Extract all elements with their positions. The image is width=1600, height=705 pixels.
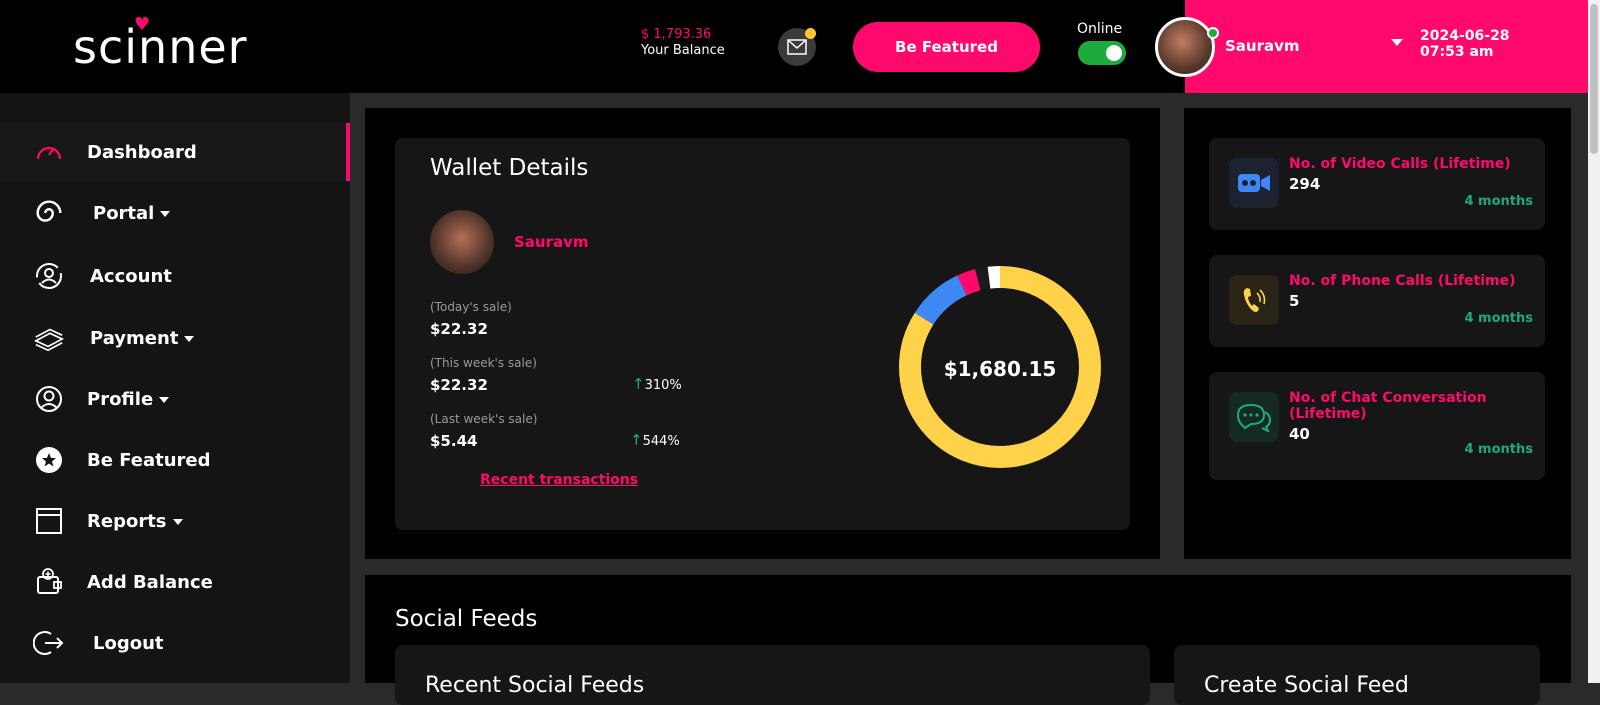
chevron-down-icon bbox=[172, 518, 183, 525]
last-week-change-value: 544% bbox=[642, 434, 680, 449]
date-time: 2024-06-28 07:53 am bbox=[1420, 28, 1510, 60]
current-time: 07:53 am bbox=[1420, 44, 1494, 60]
stat-value: 294 bbox=[1289, 175, 1321, 193]
chevron-down-icon bbox=[159, 396, 170, 403]
gauge-icon bbox=[33, 136, 65, 168]
sidebar-item-label-text: Portal bbox=[93, 202, 155, 224]
sidebar-item-label: Dashboard bbox=[87, 141, 197, 163]
week-sale-value: $22.32 bbox=[430, 376, 488, 394]
sidebar-item-account[interactable]: Account bbox=[0, 247, 350, 305]
report-window-icon bbox=[33, 505, 65, 537]
arrow-up-icon: ↑ bbox=[630, 431, 643, 449]
recent-feeds-card: Recent Social Feeds bbox=[395, 645, 1150, 705]
create-feed-title: Create Social Feed bbox=[1204, 673, 1409, 698]
balance-label: Your Balance bbox=[641, 43, 725, 58]
sidebar-item-label: Payment bbox=[90, 327, 195, 349]
toggle-knob bbox=[1106, 45, 1122, 61]
avatar bbox=[430, 210, 494, 274]
online-status-dot bbox=[1207, 27, 1219, 39]
star-badge-icon bbox=[33, 444, 65, 476]
recent-feeds-title: Recent Social Feeds bbox=[425, 673, 645, 698]
stat-card-phone-calls: No. of Phone Calls (Lifetime) 5 4 months bbox=[1209, 255, 1545, 347]
envelope-icon bbox=[787, 39, 807, 55]
stat-period: 4 months bbox=[1464, 311, 1533, 326]
current-date: 2024-06-28 bbox=[1420, 28, 1510, 44]
balance-amount: $ 1,793.36 bbox=[641, 27, 712, 42]
chevron-down-icon[interactable] bbox=[1391, 39, 1403, 46]
sidebar-item-label: Logout bbox=[93, 632, 164, 654]
top-header: scinner ♥ $ 1,793.36 Your Balance Be Fea… bbox=[0, 0, 1600, 93]
wallet-title: Wallet Details bbox=[430, 155, 589, 181]
scrollbar[interactable] bbox=[1588, 0, 1600, 683]
online-label: Online bbox=[1077, 21, 1123, 37]
stat-title: No. of Video Calls (Lifetime) bbox=[1289, 156, 1511, 172]
online-toggle[interactable] bbox=[1078, 41, 1126, 65]
logo[interactable]: scinner bbox=[73, 20, 248, 74]
sidebar-item-label-text: Reports bbox=[87, 510, 167, 532]
sidebar-item-label: Add Balance bbox=[87, 571, 213, 593]
phone-icon bbox=[1229, 275, 1279, 325]
sidebar-item-label-text: Payment bbox=[90, 327, 179, 349]
sidebar-item-label: Reports bbox=[87, 511, 183, 532]
sidebar-item-label: Be Featured bbox=[87, 449, 211, 471]
today-sale-value: $22.32 bbox=[430, 320, 488, 338]
wallet-add-icon bbox=[33, 566, 65, 598]
be-featured-button[interactable]: Be Featured bbox=[853, 22, 1040, 72]
arrow-up-icon: ↑ bbox=[632, 375, 645, 393]
week-change: ↑310% bbox=[632, 375, 682, 393]
avatar[interactable] bbox=[1155, 17, 1215, 77]
scrollbar-thumb[interactable] bbox=[1590, 4, 1598, 154]
logout-icon bbox=[33, 627, 65, 659]
stat-title: No. of Phone Calls (Lifetime) bbox=[1289, 273, 1516, 289]
sidebar-item-label: Portal bbox=[93, 202, 171, 224]
week-change-value: 310% bbox=[644, 378, 682, 393]
stat-title: No. of Chat Conversation (Lifetime) bbox=[1289, 390, 1487, 422]
wallet-total: $1,680.15 bbox=[943, 357, 1057, 381]
notification-dot bbox=[805, 28, 816, 39]
user-circle-icon bbox=[33, 383, 65, 415]
sidebar: Dashboard Portal Account Payment Profile… bbox=[0, 93, 350, 683]
user-sync-icon bbox=[33, 260, 65, 292]
sidebar-item-portal[interactable]: Portal bbox=[0, 184, 350, 242]
today-sale-label: (Today's sale) bbox=[430, 300, 512, 314]
last-week-sale-label: (Last week's sale) bbox=[430, 412, 538, 426]
last-week-sale-value: $5.44 bbox=[430, 432, 478, 450]
recent-transactions-link[interactable]: Recent transactions bbox=[480, 472, 638, 488]
heart-icon: ♥ bbox=[134, 14, 151, 35]
stat-card-chat: No. of Chat Conversation (Lifetime) 40 4… bbox=[1209, 372, 1545, 480]
sidebar-item-payment[interactable]: Payment bbox=[0, 309, 350, 367]
stat-value: 40 bbox=[1289, 425, 1310, 443]
stat-card-video-calls: No. of Video Calls (Lifetime) 294 4 mont… bbox=[1209, 138, 1545, 230]
sidebar-item-reports[interactable]: Reports bbox=[0, 492, 350, 550]
sidebar-item-dashboard[interactable]: Dashboard bbox=[0, 123, 350, 181]
stat-period: 4 months bbox=[1464, 442, 1533, 457]
sidebar-item-label-text: Profile bbox=[87, 388, 154, 410]
chevron-down-icon bbox=[184, 335, 195, 342]
sidebar-item-label: Profile bbox=[87, 388, 170, 410]
last-week-change: ↑544% bbox=[630, 431, 680, 449]
create-feed-card: Create Social Feed bbox=[1174, 645, 1540, 705]
social-feeds-title: Social Feeds bbox=[395, 606, 538, 632]
video-camera-icon bbox=[1229, 158, 1279, 208]
stat-value: 5 bbox=[1289, 292, 1300, 310]
sidebar-item-profile[interactable]: Profile bbox=[0, 370, 350, 428]
sidebar-item-label: Account bbox=[90, 265, 172, 287]
cash-stack-icon bbox=[33, 322, 65, 354]
sidebar-item-add-balance[interactable]: Add Balance bbox=[0, 553, 350, 611]
sidebar-item-logout[interactable]: Logout bbox=[0, 614, 350, 672]
user-name[interactable]: Sauravm bbox=[1225, 37, 1300, 55]
spiral-icon bbox=[33, 197, 65, 229]
wallet-user-name[interactable]: Sauravm bbox=[514, 233, 589, 251]
chevron-down-icon bbox=[160, 210, 171, 217]
sidebar-item-be-featured[interactable]: Be Featured bbox=[0, 431, 350, 489]
chat-bubbles-icon bbox=[1229, 392, 1279, 442]
stat-period: 4 months bbox=[1464, 194, 1533, 209]
balance-display: $ 1,793.36 Your Balance bbox=[641, 27, 725, 59]
week-sale-label: (This week's sale) bbox=[430, 356, 537, 370]
